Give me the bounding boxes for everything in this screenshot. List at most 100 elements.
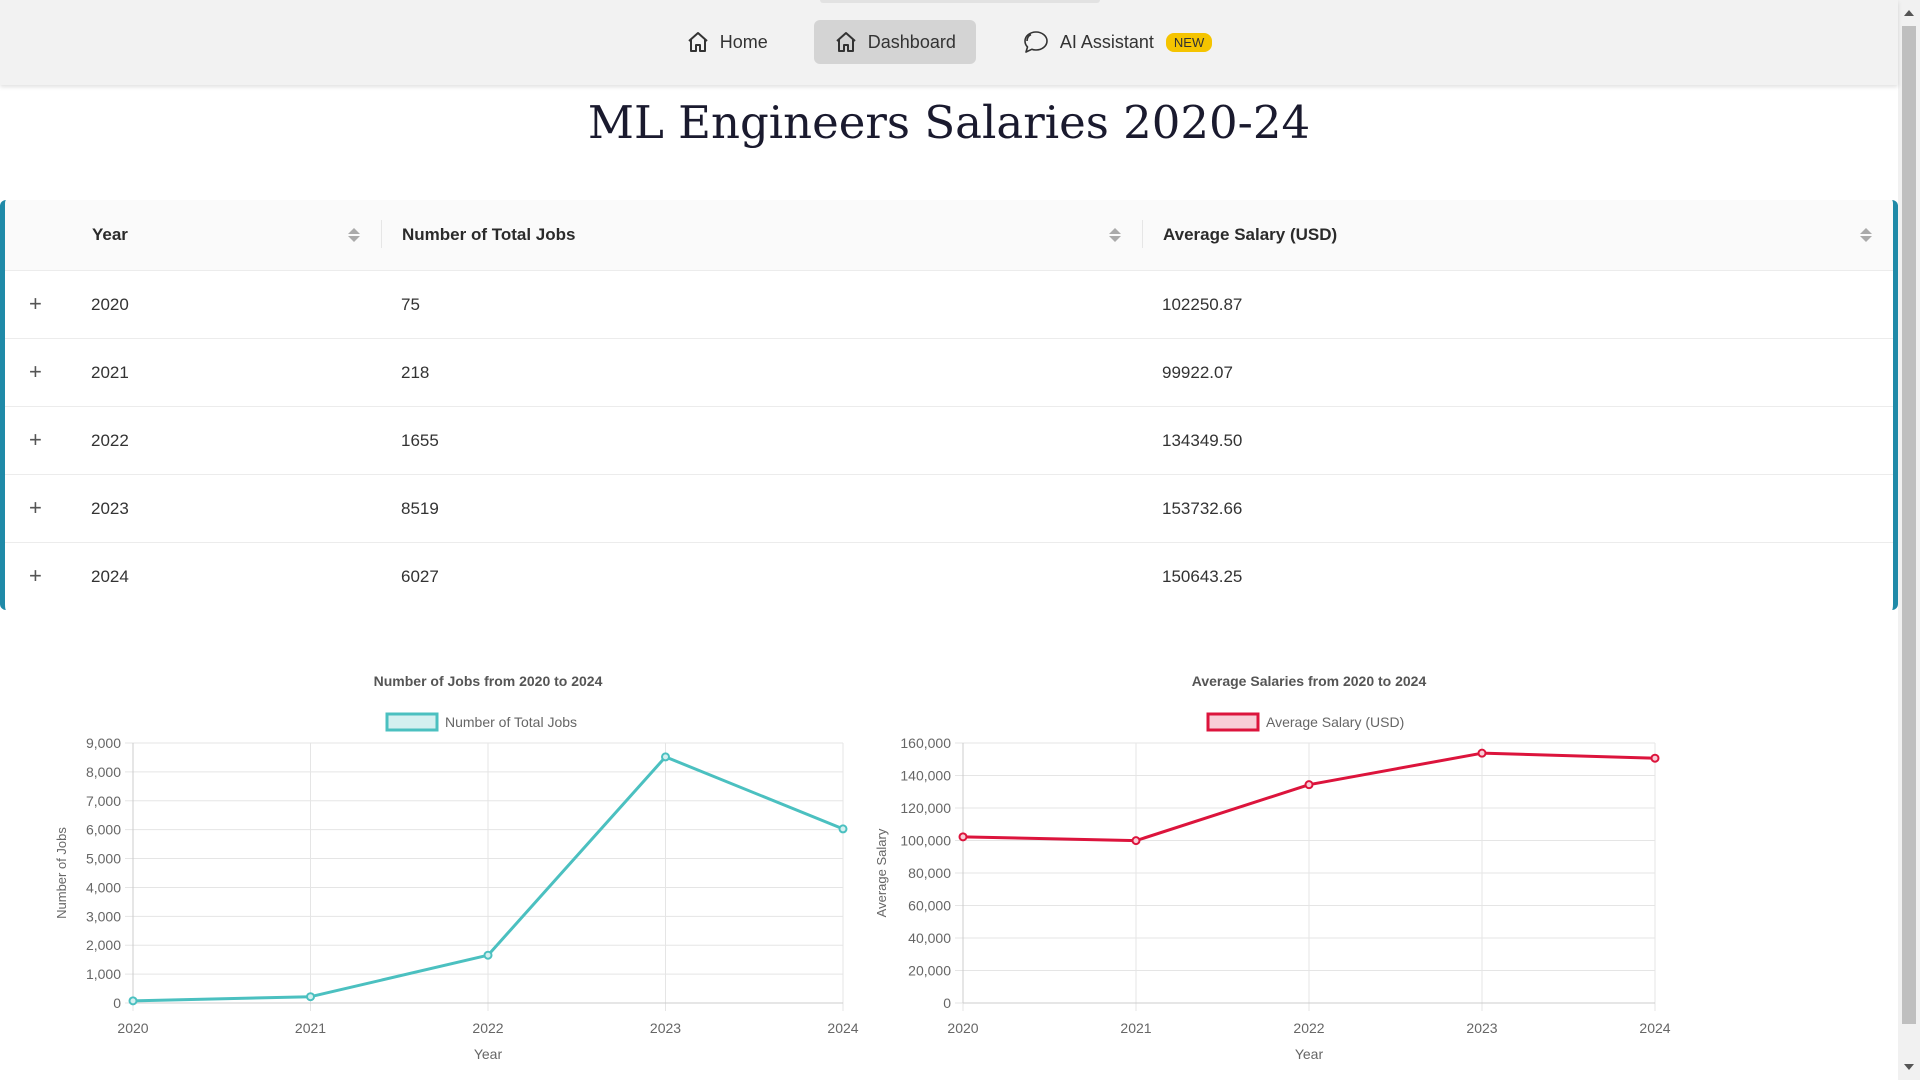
new-badge: NEW xyxy=(1165,32,1213,52)
nav-item-label: Home xyxy=(719,31,768,52)
nav-item-home[interactable]: Home xyxy=(666,20,788,64)
y-tick-label: 9,000 xyxy=(86,735,121,751)
x-tick-label: 2021 xyxy=(295,1020,326,1036)
expand-column-header xyxy=(5,200,71,271)
y-axis-label: Average Salary xyxy=(874,828,889,917)
expand-row-icon[interactable]: + xyxy=(29,359,42,384)
nav-menu: Home Dashboard AI Assistant NEW xyxy=(0,20,1898,64)
table-row: + 2023 8519 153732.66 xyxy=(5,474,1893,543)
x-tick-label: 2023 xyxy=(1466,1020,1497,1036)
scroll-up-arrow-icon[interactable] xyxy=(1904,10,1914,16)
y-tick-label: 40,000 xyxy=(908,930,951,946)
legend-swatch xyxy=(1206,712,1260,732)
nav-item-label: Dashboard xyxy=(867,31,956,52)
expand-row-icon[interactable]: + xyxy=(29,427,42,452)
x-axis-label: Year xyxy=(474,1046,503,1062)
y-tick-label: 20,000 xyxy=(908,963,951,979)
y-tick-label: 120,000 xyxy=(900,800,951,816)
data-point xyxy=(1477,748,1487,758)
cell-jobs: 75 xyxy=(401,294,420,314)
x-axis-label: Year xyxy=(1295,1046,1324,1062)
top-navbar: Home Dashboard AI Assistant NEW xyxy=(0,0,1898,85)
salary-chart: Average Salaries from 2020 to 2024 Averag… xyxy=(860,660,1690,1075)
column-header-label: Average Salary (USD) xyxy=(1163,225,1338,244)
cell-salary: 150643.25 xyxy=(1162,566,1243,586)
chart-title: Average Salaries from 2020 to 2024 xyxy=(1192,673,1427,689)
cell-jobs: 8519 xyxy=(401,498,439,518)
table-row: + 2020 75 102250.87 xyxy=(5,270,1893,339)
nav-item-ai-assistant[interactable]: AI Assistant NEW xyxy=(1002,20,1232,64)
page-scrollbar[interactable] xyxy=(1898,0,1920,1080)
y-tick-label: 1,000 xyxy=(86,966,121,982)
scroll-down-arrow-icon[interactable] xyxy=(1904,1064,1914,1070)
cell-year: 2020 xyxy=(91,294,129,314)
table-row: + 2024 6027 150643.25 xyxy=(5,542,1893,611)
scrollbar-thumb[interactable] xyxy=(1902,26,1916,1024)
legend-swatch xyxy=(385,712,439,732)
y-tick-label: 80,000 xyxy=(908,865,951,881)
x-tick-label: 2024 xyxy=(827,1020,858,1036)
x-tick-label: 2021 xyxy=(1120,1020,1151,1036)
home-icon xyxy=(686,30,710,54)
sort-icon[interactable] xyxy=(1109,228,1121,242)
expand-row-icon[interactable]: + xyxy=(29,495,42,520)
column-header-jobs[interactable]: Number of Total Jobs xyxy=(381,200,1142,271)
y-tick-label: 60,000 xyxy=(908,898,951,914)
nav-item-dashboard[interactable]: Dashboard xyxy=(813,20,976,64)
data-point xyxy=(1131,836,1141,846)
x-tick-label: 2020 xyxy=(117,1020,148,1036)
home-icon xyxy=(834,30,858,54)
x-tick-label: 2020 xyxy=(947,1020,978,1036)
expand-row-icon[interactable]: + xyxy=(29,291,42,316)
column-header-label: Year xyxy=(92,225,128,244)
cell-year: 2023 xyxy=(91,498,129,518)
chat-icon xyxy=(1022,29,1050,55)
y-tick-label: 7,000 xyxy=(86,793,121,809)
sort-icon[interactable] xyxy=(1860,228,1872,242)
expand-row-icon[interactable]: + xyxy=(29,563,42,588)
data-point xyxy=(838,824,848,834)
salary-line-chart: Average Salaries from 2020 to 2024 Averag… xyxy=(874,673,1671,1062)
legend-label: Average Salary (USD) xyxy=(1266,714,1404,730)
cell-jobs: 1655 xyxy=(401,430,439,450)
cell-jobs: 218 xyxy=(401,362,430,382)
y-axis-label: Number of Jobs xyxy=(54,827,69,919)
column-header-year[interactable]: Year xyxy=(71,200,381,271)
x-tick-label: 2022 xyxy=(1293,1020,1324,1036)
cell-jobs: 6027 xyxy=(401,566,439,586)
legend-label: Number of Total Jobs xyxy=(445,714,577,730)
data-point xyxy=(958,832,968,842)
column-header-salary[interactable]: Average Salary (USD) xyxy=(1142,200,1893,271)
jobs-chart: Number of Jobs from 2020 to 2024 Number o… xyxy=(40,660,870,1075)
y-tick-label: 100,000 xyxy=(900,833,951,849)
jobs-line-chart: Number of Jobs from 2020 to 2024 Number o… xyxy=(54,673,859,1062)
cell-salary: 134349.50 xyxy=(1162,430,1243,450)
y-tick-label: 4,000 xyxy=(86,879,121,895)
x-tick-label: 2024 xyxy=(1639,1020,1670,1036)
x-tick-label: 2022 xyxy=(472,1020,503,1036)
column-header-label: Number of Total Jobs xyxy=(402,225,576,244)
chart-title: Number of Jobs from 2020 to 2024 xyxy=(374,673,603,689)
y-tick-label: 140,000 xyxy=(900,768,951,784)
cell-year: 2021 xyxy=(91,362,129,382)
page-title: ML Engineers Salaries 2020-24 xyxy=(587,96,1311,149)
cell-salary: 102250.87 xyxy=(1162,294,1243,314)
nav-item-label: AI Assistant xyxy=(1059,31,1154,52)
y-tick-label: 160,000 xyxy=(900,735,951,751)
navbar-top-tab xyxy=(820,0,1100,3)
y-tick-label: 3,000 xyxy=(86,908,121,924)
sort-icon[interactable] xyxy=(348,228,360,242)
cell-year: 2022 xyxy=(91,430,129,450)
cell-salary: 153732.66 xyxy=(1162,498,1243,518)
y-tick-label: 6,000 xyxy=(86,822,121,838)
y-tick-label: 5,000 xyxy=(86,851,121,867)
data-point xyxy=(1304,780,1314,790)
table-row: + 2021 218 99922.07 xyxy=(5,338,1893,407)
y-tick-label: 2,000 xyxy=(86,937,121,953)
y-tick-label: 0 xyxy=(113,995,121,1011)
data-point xyxy=(128,996,138,1006)
data-point xyxy=(661,752,670,762)
table-header-row: Year Number of Total Jobs Average Salary… xyxy=(5,200,1893,271)
data-point xyxy=(483,950,493,960)
cell-salary: 99922.07 xyxy=(1162,362,1233,382)
